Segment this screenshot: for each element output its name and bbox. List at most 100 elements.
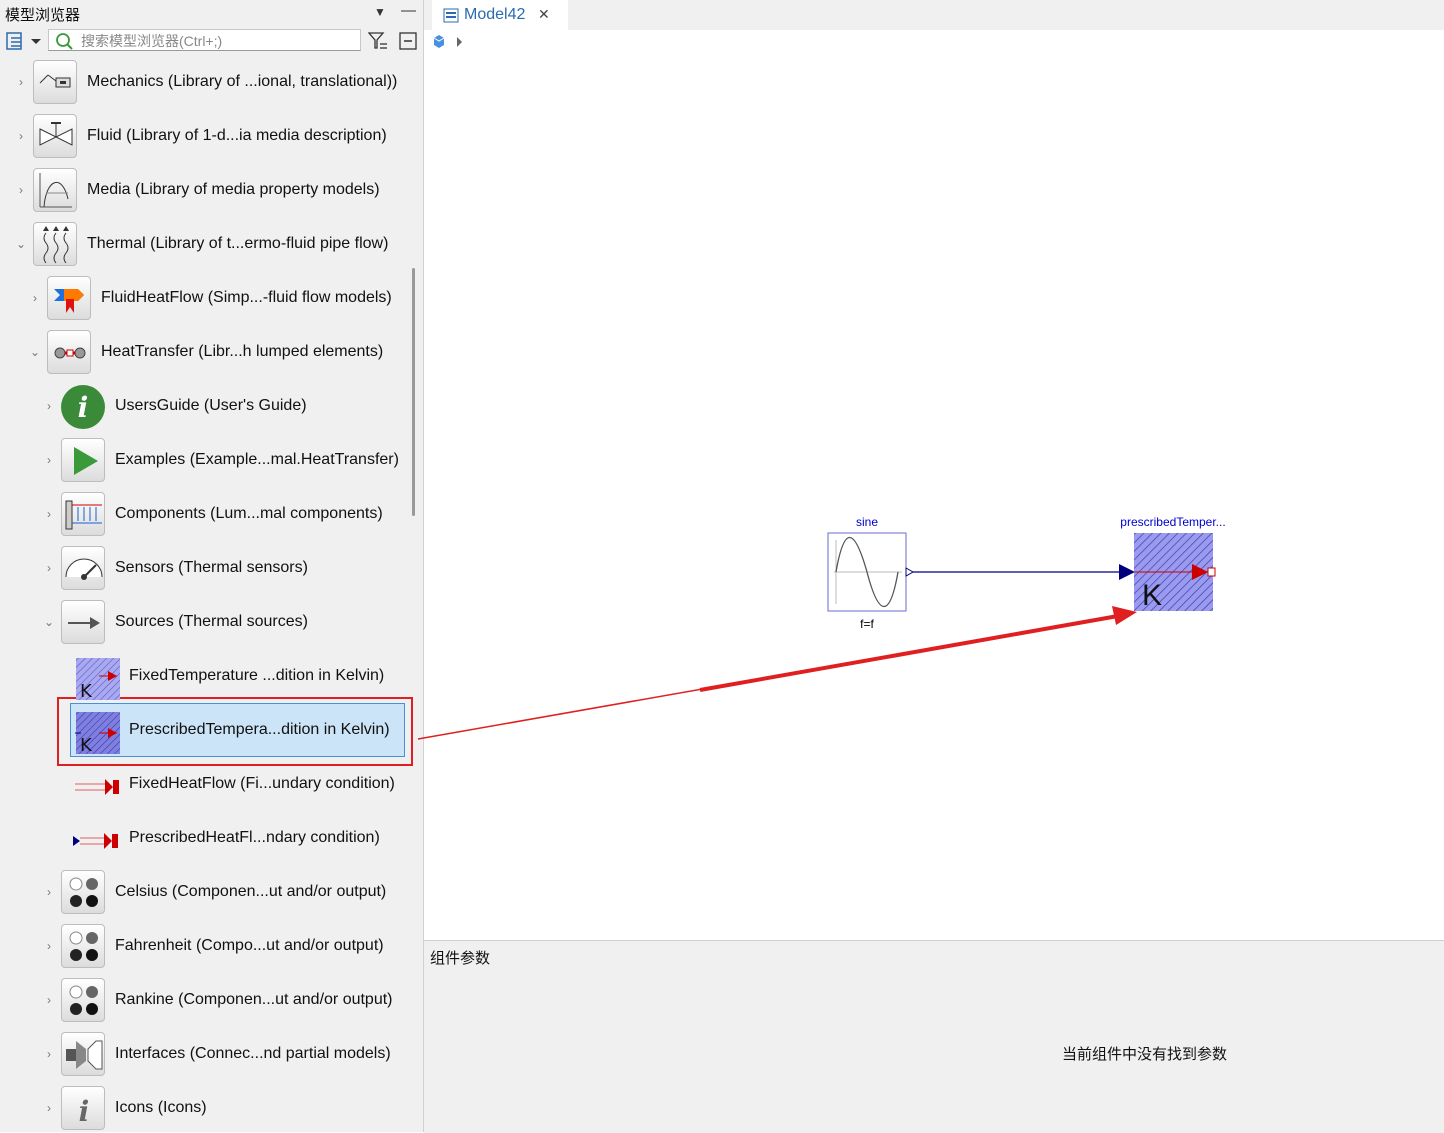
- valve-icon: [33, 114, 77, 158]
- tree-item-label: HeatTransfer (Libr...h lumped elements): [101, 343, 384, 360]
- mechanics-icon: [33, 60, 77, 104]
- tree-item-usersguide[interactable]: › i UsersGuide (User's Guide): [0, 380, 410, 434]
- tree-item-fixedtemperature[interactable]: K FixedTemperature ...dition in Kelvin): [0, 650, 410, 704]
- tree-item-interfaces[interactable]: › Interfaces (Connec...nd partial models…: [0, 1028, 410, 1082]
- tree-item-sources[interactable]: ⌄ Sources (Thermal sources): [0, 596, 410, 650]
- interfaces-icon: [61, 1032, 105, 1076]
- search-box[interactable]: [48, 29, 361, 51]
- tree-item-label: Components (Lum...mal components): [115, 505, 383, 522]
- collapse-arrow-icon[interactable]: ⌄: [29, 345, 41, 359]
- search-icon: [56, 33, 73, 50]
- tree-item-label: Interfaces (Connec...nd partial models): [115, 1045, 391, 1062]
- temperature-input-port[interactable]: [1119, 564, 1135, 580]
- sine-output-port[interactable]: [905, 567, 915, 577]
- expand-arrow-icon[interactable]: ›: [43, 939, 55, 953]
- tree-item-fluidheatflow[interactable]: › FluidHeatFlow (Simp...-fluid flow mode…: [0, 272, 410, 326]
- prescribed-temperature-icon: K: [75, 708, 121, 756]
- expand-arrow-icon[interactable]: ›: [43, 1047, 55, 1061]
- tree-item-label: Fahrenheit (Compo...ut and/or output): [115, 937, 384, 954]
- panel-title: 模型浏览器: [5, 7, 81, 24]
- model-file-icon: [442, 6, 460, 29]
- gauge-icon: [61, 546, 105, 590]
- expand-arrow-icon[interactable]: ›: [43, 993, 55, 1007]
- tree-item-prescribedheatflow[interactable]: PrescribedHeatFl...ndary condition): [0, 812, 410, 866]
- tree-item-label: FixedHeatFlow (Fi...undary condition): [129, 775, 395, 792]
- search-input[interactable]: [79, 31, 358, 51]
- sine-name-label: sine: [856, 515, 878, 529]
- expand-arrow-icon[interactable]: ›: [43, 507, 55, 521]
- collapse-arrow-icon[interactable]: ⌄: [15, 237, 27, 251]
- expand-arrow-icon[interactable]: ›: [43, 1101, 55, 1115]
- tree-view-mode-button[interactable]: [5, 30, 43, 52]
- panel-header: 模型浏览器 ▼ —: [0, 0, 423, 26]
- fixed-heat-flow-icon: [75, 762, 121, 808]
- tree-item-celsius[interactable]: › Celsius (Componen...ut and/or output): [0, 866, 410, 920]
- collapse-all-button[interactable]: [398, 31, 418, 56]
- fluid-heat-flow-icon: [47, 276, 91, 320]
- tree-item-label: Sources (Thermal sources): [115, 613, 308, 630]
- tree-item-media[interactable]: › Media (Library of media property model…: [0, 164, 410, 218]
- prescribed-temperature-block[interactable]: prescribedTemper... K: [1119, 515, 1226, 612]
- filter-button[interactable]: [367, 31, 388, 56]
- media-curve-icon: [33, 168, 77, 212]
- expand-arrow-icon[interactable]: ›: [43, 453, 55, 467]
- expand-arrow-icon[interactable]: ›: [43, 399, 55, 413]
- heat-transfer-icon: [47, 330, 91, 374]
- expand-arrow-icon[interactable]: ›: [15, 75, 27, 89]
- heat-port[interactable]: [1207, 567, 1216, 577]
- expand-arrow-icon[interactable]: ›: [29, 291, 41, 305]
- tree-item-components[interactable]: › Components (Lum...mal components): [0, 488, 410, 542]
- tree-item-label: Celsius (Componen...ut and/or output): [115, 883, 387, 900]
- expand-arrow-icon[interactable]: ›: [43, 885, 55, 899]
- breadcrumb-arrow-icon[interactable]: [457, 37, 462, 47]
- collapse-arrow-icon[interactable]: ⌄: [43, 615, 55, 629]
- tab-close-icon[interactable]: ✕: [538, 6, 550, 23]
- fixed-temperature-icon: K: [75, 654, 121, 702]
- tree-item-prescribedtemperature[interactable]: K PrescribedTempera...dition in Kelvin): [0, 704, 410, 758]
- tree-item-fluid[interactable]: › Fluid (Library of 1-d...ia media descr…: [0, 110, 410, 164]
- panel-menu-dropdown-icon[interactable]: ▼: [374, 5, 386, 19]
- tree-item-examples[interactable]: › Examples (Example...mal.HeatTransfer): [0, 434, 410, 488]
- tree-scrollbar[interactable]: [412, 268, 415, 516]
- expand-arrow-icon[interactable]: ›: [15, 129, 27, 143]
- diagram-canvas[interactable]: sine f=f prescribedTemper... K: [424, 56, 1444, 940]
- filter-icon: [367, 32, 387, 49]
- svg-text:i: i: [79, 1095, 90, 1128]
- collapse-all-icon: [399, 32, 417, 50]
- tree-item-label: Thermal (Library of t...ermo-fluid pipe …: [87, 235, 389, 252]
- sine-block[interactable]: sine f=f: [827, 515, 915, 631]
- tree-item-label: Media (Library of media property models): [87, 181, 380, 198]
- package-icon[interactable]: [433, 35, 445, 48]
- prescribed-temperature-name-label: prescribedTemper...: [1120, 515, 1225, 529]
- expand-arrow-icon[interactable]: ›: [15, 183, 27, 197]
- panel-minimize-icon[interactable]: —: [401, 2, 416, 19]
- tree-item-label: Mechanics (Library of ...ional, translat…: [87, 73, 398, 90]
- tree-item-heattransfer[interactable]: ⌄ HeatTransfer (Libr...h lumped elements…: [0, 326, 410, 380]
- tree-item-icons[interactable]: › i Icons (Icons): [0, 1082, 410, 1132]
- source-arrow-icon: [61, 600, 105, 644]
- sine-parameter-label: f=f: [860, 617, 874, 631]
- tree-item-label: FixedTemperature ...dition in Kelvin): [129, 667, 385, 684]
- breadcrumb: [424, 30, 1444, 57]
- dots-icon: [61, 978, 105, 1022]
- tab-title[interactable]: Model42: [464, 6, 525, 24]
- info-icon: i: [60, 384, 106, 430]
- components-icon: [61, 492, 105, 536]
- icons-info-icon: i: [61, 1086, 105, 1130]
- dots-icon: [61, 924, 105, 968]
- tree-item-rankine[interactable]: › Rankine (Componen...ut and/or output): [0, 974, 410, 1028]
- tree-item-fixedheatflow[interactable]: FixedHeatFlow (Fi...undary condition): [0, 758, 410, 812]
- tree-item-sensors[interactable]: › Sensors (Thermal sensors): [0, 542, 410, 596]
- tree-item-label: PrescribedTempera...dition in Kelvin): [129, 721, 390, 738]
- tree-item-fahrenheit[interactable]: › Fahrenheit (Compo...ut and/or output): [0, 920, 410, 974]
- expand-arrow-icon[interactable]: ›: [43, 561, 55, 575]
- tree-item-thermal[interactable]: ⌄ Thermal (Library of t...ermo-fluid pip…: [0, 218, 410, 272]
- tree-item-label: Icons (Icons): [115, 1099, 207, 1116]
- kelvin-letter: K: [1142, 579, 1162, 612]
- model-tree: › Mechanics (Library of ...ional, transl…: [0, 56, 410, 1132]
- no-parameters-message: 当前组件中没有找到参数: [1062, 1046, 1228, 1063]
- tree-item-mechanics[interactable]: › Mechanics (Library of ...ional, transl…: [0, 56, 410, 110]
- component-parameters-panel: 组件参数 当前组件中没有找到参数: [424, 940, 1444, 1133]
- parameters-title: 组件参数: [430, 950, 491, 967]
- prescribed-heat-flow-icon: [72, 816, 118, 862]
